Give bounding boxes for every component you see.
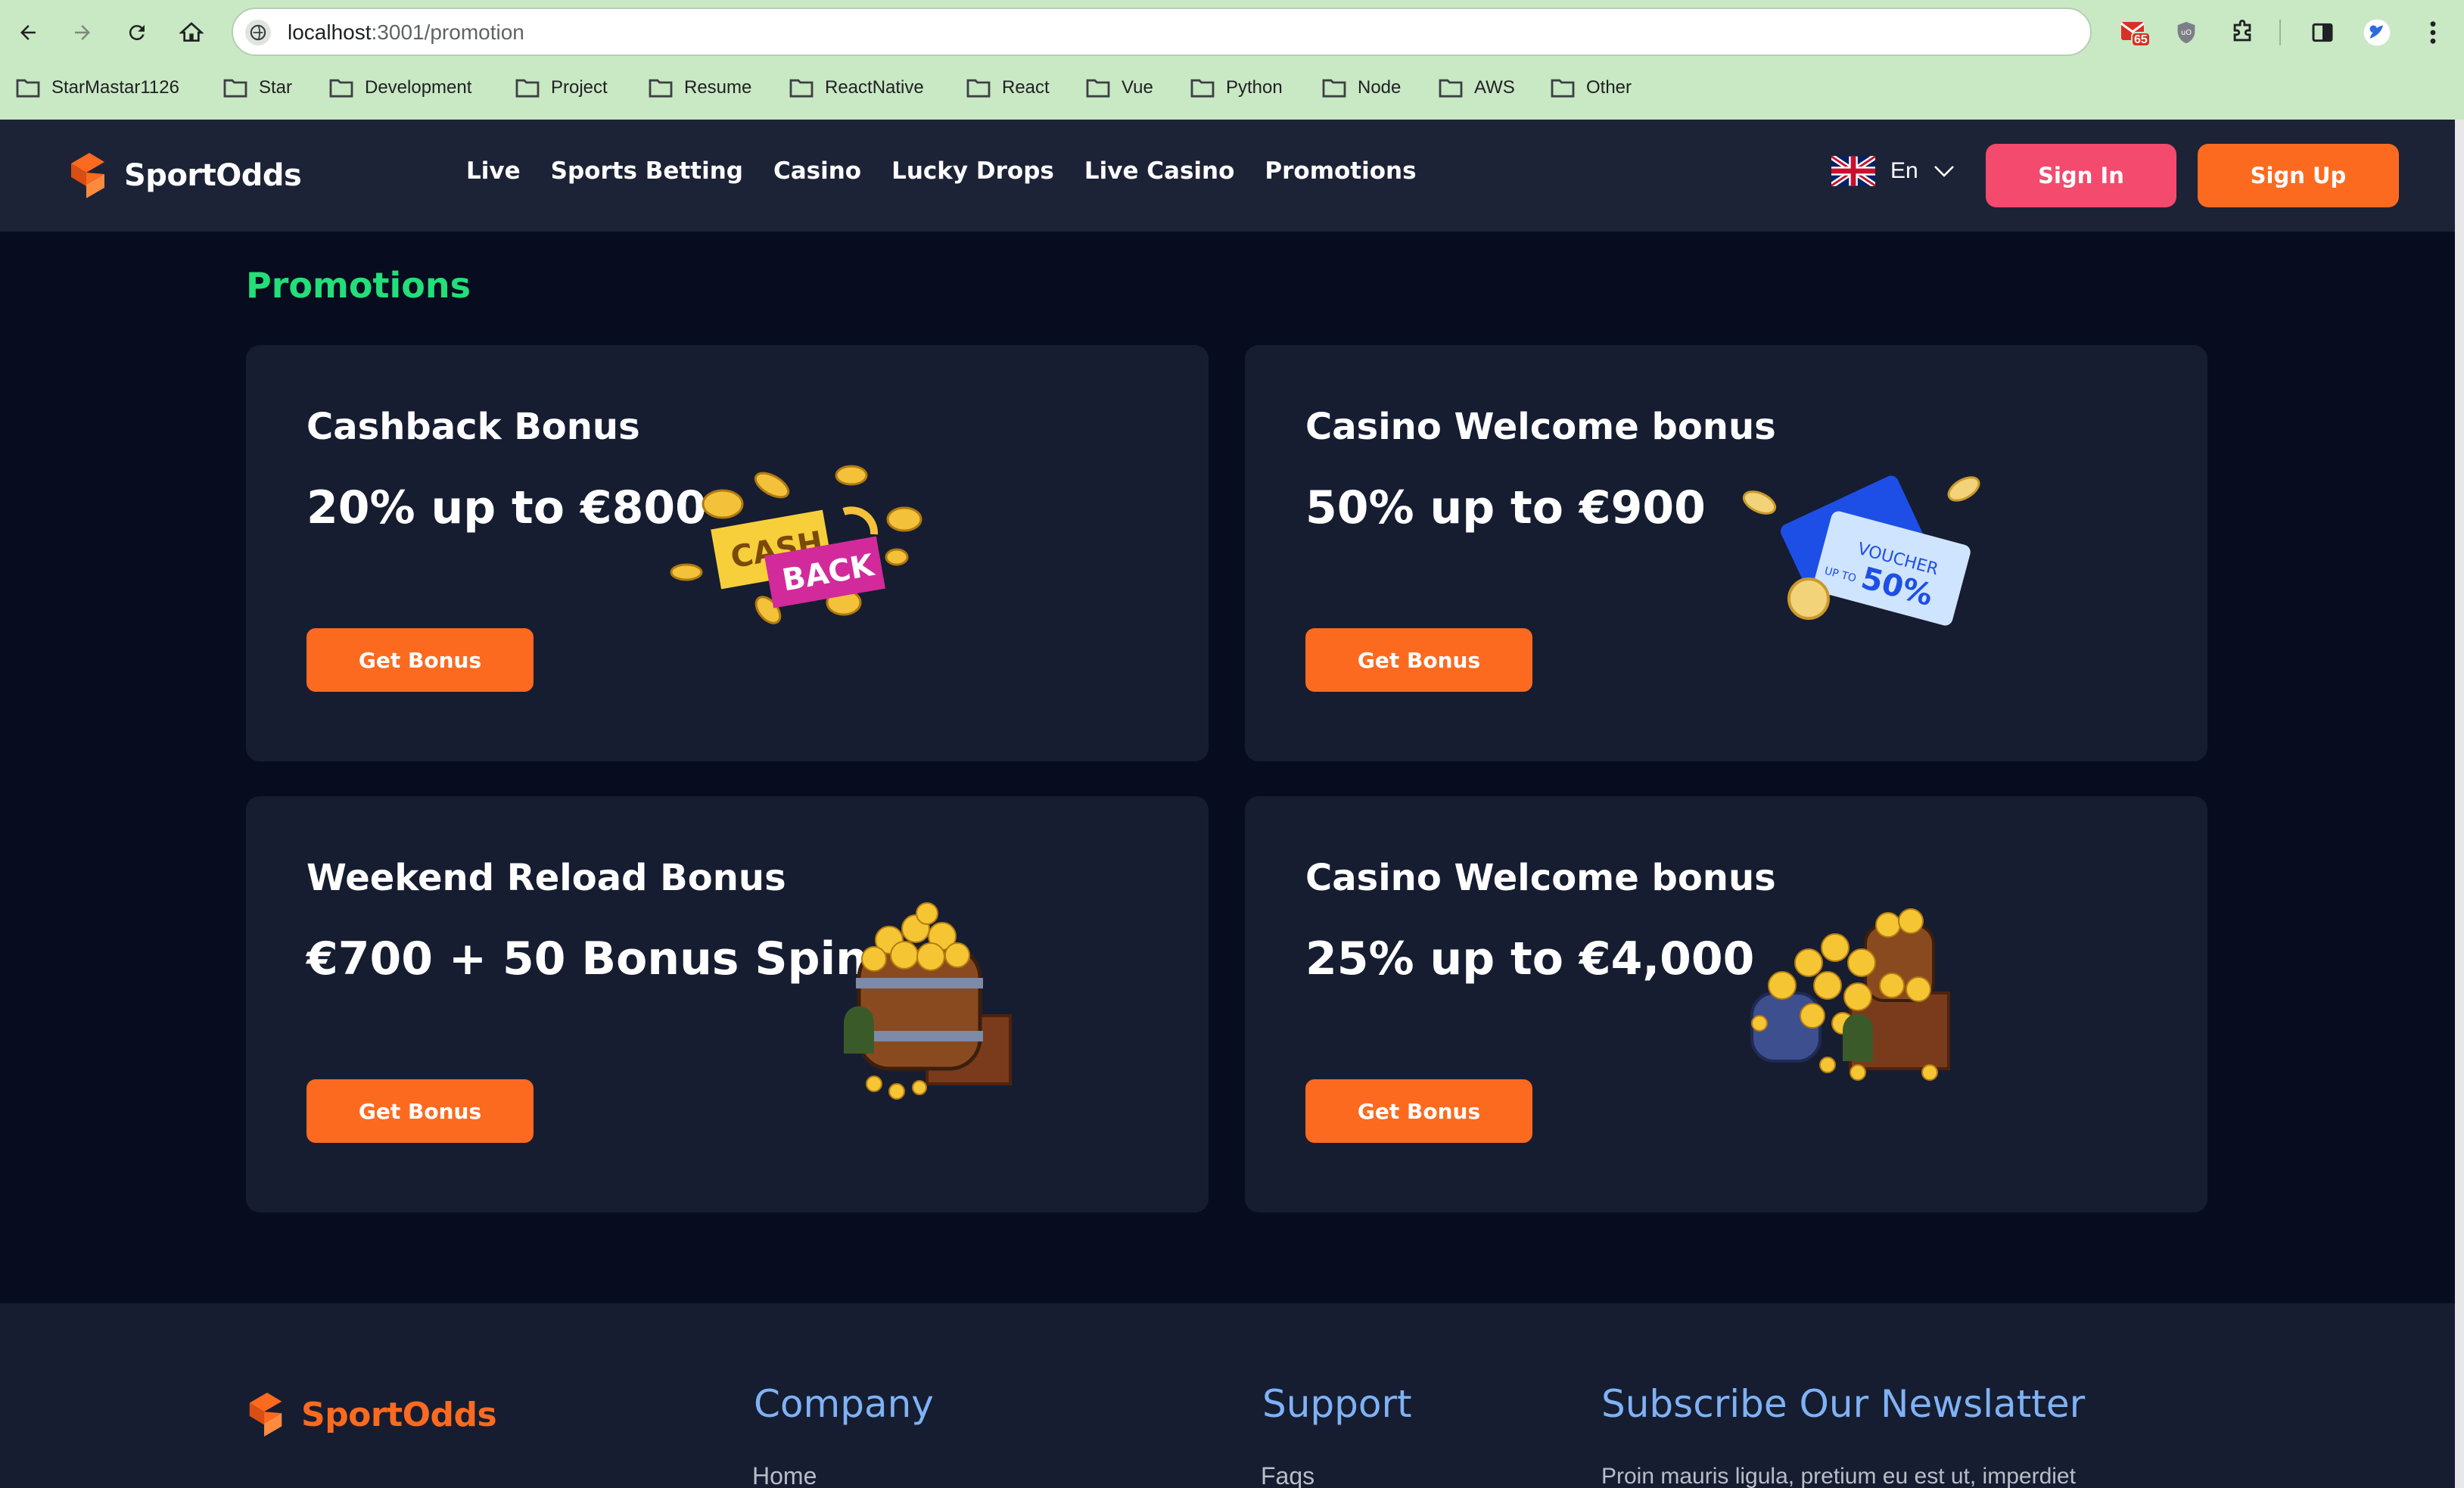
brand-name: SportOdds: [124, 158, 302, 193]
get-bonus-button[interactable]: Get Bonus: [306, 1079, 534, 1143]
svg-text:uO: uO: [2181, 29, 2192, 37]
get-bonus-button[interactable]: Get Bonus: [1305, 628, 1532, 692]
puzzle-extension-icon[interactable]: [2223, 14, 2261, 51]
bookmark-folder[interactable]: StarMastar1126: [15, 74, 179, 101]
folder-icon: [1322, 79, 1346, 98]
folder-icon: [223, 79, 247, 98]
promo-title: Casino Welcome bonus: [1305, 857, 1776, 899]
promo-title: Weekend Reload Bonus: [306, 857, 786, 899]
get-bonus-button[interactable]: Get Bonus: [1305, 1079, 1532, 1143]
nav-live-casino[interactable]: Live Casino: [1084, 157, 1235, 185]
folder-icon: [649, 79, 673, 98]
footer-link-faqs[interactable]: Faqs: [1261, 1462, 1314, 1488]
bookmark-folder[interactable]: Node: [1321, 74, 1401, 101]
site-footer: SportOdds Company Home Support Faqs Subs…: [0, 1303, 2464, 1488]
folder-icon: [1439, 79, 1463, 98]
toolbar-divider: [2279, 20, 2281, 45]
address-bar[interactable]: localhost:3001/promotion: [232, 8, 2092, 56]
uk-flag-icon: [1831, 156, 1875, 186]
promo-amount: €700 + 50 Bonus Spins: [306, 932, 895, 985]
treasure-barrel-illustration: [844, 902, 1012, 1100]
bookmark-folder[interactable]: Project: [515, 74, 608, 101]
footer-brand-logo[interactable]: SportOdds: [244, 1391, 497, 1438]
extension-badge: 65: [2134, 33, 2148, 46]
language-selector[interactable]: En: [1831, 156, 1955, 186]
promo-card: Cashback Bonus 20% up to €800 Get Bonus …: [246, 345, 1209, 761]
page-scrollbar[interactable]: [2455, 120, 2464, 1488]
bookmark-folder[interactable]: ReactNative: [789, 74, 924, 101]
bookmark-folder[interactable]: Vue: [1085, 74, 1153, 101]
page-title: Promotions: [246, 265, 471, 306]
bookmark-folder[interactable]: Python: [1190, 74, 1283, 101]
sportodds-logo-icon: [71, 153, 104, 198]
promo-amount: 25% up to €4,000: [1305, 932, 1755, 985]
browser-menu-icon[interactable]: [2414, 14, 2452, 51]
promo-title: Casino Welcome bonus: [1305, 406, 1776, 448]
bookmark-folder[interactable]: AWS: [1438, 74, 1515, 101]
cashback-illustration: CASH BACK: [670, 465, 922, 624]
shield-extension-icon[interactable]: uO: [2167, 14, 2205, 51]
chevron-down-icon: [1934, 166, 1954, 177]
footer-company-heading: Company: [754, 1382, 934, 1426]
get-bonus-button[interactable]: Get Bonus: [306, 628, 534, 692]
voucher-illustration: VOUCHER UP TO 50%: [1742, 475, 1980, 626]
back-icon[interactable]: [9, 14, 47, 51]
promo-card: Casino Welcome bonus 25% up to €4,000 Ge…: [1245, 796, 2207, 1213]
treasure-pile-illustration: [1750, 908, 1950, 1081]
nav-promotions[interactable]: Promotions: [1265, 157, 1416, 185]
forward-icon[interactable]: [64, 14, 101, 51]
folder-icon: [515, 79, 540, 98]
footer-link-home[interactable]: Home: [752, 1462, 817, 1488]
mail-extension-icon[interactable]: 65: [2116, 14, 2154, 51]
folder-icon: [1190, 79, 1215, 98]
sportodds-logo-icon: [249, 1393, 282, 1437]
promo-title: Cashback Bonus: [306, 406, 640, 448]
url-text[interactable]: localhost:3001/promotion: [288, 20, 524, 45]
promo-amount: 20% up to €800: [306, 481, 707, 534]
promo-card: Weekend Reload Bonus €700 + 50 Bonus Spi…: [246, 796, 1209, 1213]
nav-lucky-drops[interactable]: Lucky Drops: [891, 157, 1054, 185]
folder-icon: [16, 79, 40, 98]
nav-casino[interactable]: Casino: [773, 157, 861, 185]
sign-in-button[interactable]: Sign In: [1986, 144, 2176, 207]
bookmark-folder[interactable]: Resume: [648, 74, 751, 101]
folder-icon: [329, 79, 353, 98]
nav-sports-betting[interactable]: Sports Betting: [551, 157, 743, 185]
browser-chrome: localhost:3001/promotion 65 uO StarMasta…: [0, 0, 2464, 120]
folder-icon: [789, 79, 814, 98]
main-nav: Live Sports Betting Casino Lucky Drops L…: [466, 157, 1417, 185]
bookmark-folder[interactable]: Other: [1550, 74, 1632, 101]
footer-support-heading: Support: [1262, 1382, 1412, 1426]
home-icon[interactable]: [173, 14, 210, 51]
footer-newsletter-text: Proin mauris ligula, pretium eu est ut, …: [1601, 1464, 2076, 1488]
footer-brand-name: SportOdds: [301, 1395, 497, 1434]
side-panel-icon[interactable]: [2304, 14, 2341, 51]
folder-icon: [1551, 79, 1575, 98]
bookmark-folder[interactable]: Star: [222, 74, 292, 101]
profile-avatar-icon[interactable]: [2358, 14, 2396, 51]
language-label: En: [1890, 158, 1918, 183]
site-info-icon[interactable]: [245, 20, 271, 45]
bookmarks-bar: StarMastar1126 Star Development Project …: [0, 68, 2464, 106]
promo-card: Casino Welcome bonus 50% up to €900 Get …: [1245, 345, 2207, 761]
footer-newsletter-heading: Subscribe Our Newslatter: [1601, 1382, 2086, 1426]
brand-logo[interactable]: SportOdds: [65, 151, 302, 200]
nav-live[interactable]: Live: [466, 157, 521, 185]
folder-icon: [1086, 79, 1110, 98]
site-header: SportOdds Live Sports Betting Casino Luc…: [0, 120, 2464, 232]
reload-icon[interactable]: [118, 14, 156, 51]
sign-up-button[interactable]: Sign Up: [2198, 144, 2399, 207]
bookmark-folder[interactable]: Development: [328, 74, 471, 101]
folder-icon: [966, 79, 991, 98]
bookmark-folder[interactable]: React: [966, 74, 1050, 101]
promo-amount: 50% up to €900: [1305, 481, 1706, 534]
